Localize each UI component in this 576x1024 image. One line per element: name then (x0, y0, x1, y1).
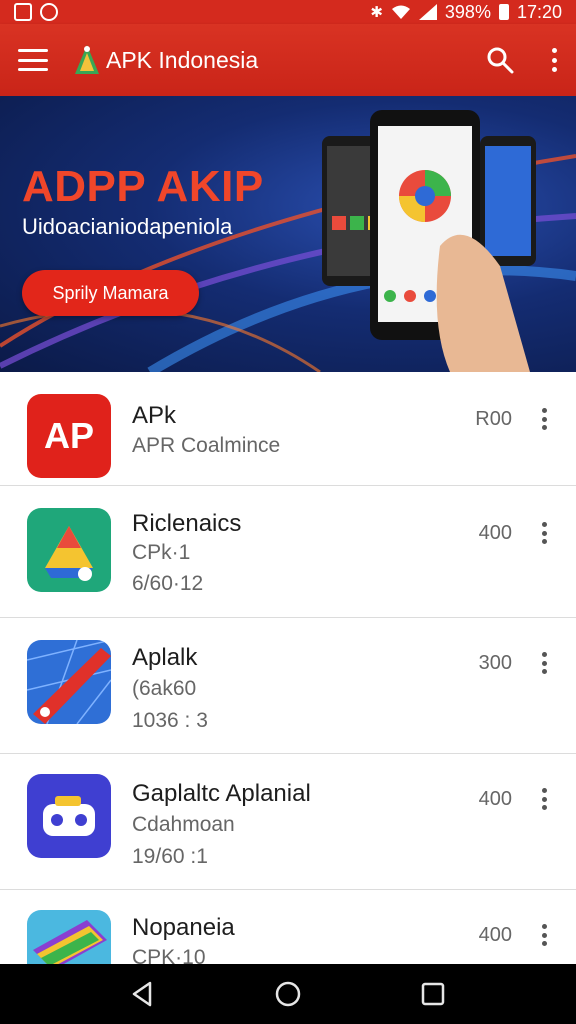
phones-illustration (322, 110, 536, 372)
app-more-icon[interactable] (540, 408, 548, 430)
app-subtitle: Cdahmoan (132, 813, 235, 836)
app-more-icon[interactable] (540, 924, 548, 946)
promo-banner[interactable]: ADPP AKIP Uidoacianiodapeniola Sprily Ma… (0, 96, 576, 372)
banner-title: ADPP AKIP (22, 162, 264, 211)
app-subtitle: (6ak60 (132, 677, 197, 700)
app-name: Riclenaics (132, 510, 242, 537)
ap-logo-icon: AP (27, 394, 111, 478)
app-size: 300 (478, 652, 512, 674)
app-list-item[interactable]: Nopaneia CPK·10 400 (0, 890, 576, 994)
app-subtitle: APR Coalmince (132, 434, 281, 457)
recents-icon[interactable] (418, 979, 448, 1009)
app-more-icon[interactable] (540, 788, 548, 810)
app-list-item[interactable]: AP APk APR Coalmince R00 (0, 372, 576, 486)
vine-icon (40, 3, 58, 21)
drive-triangle-icon (27, 508, 111, 592)
menu-icon[interactable] (18, 49, 48, 71)
banner-cta-button[interactable]: Sprily Mamara (22, 270, 199, 316)
status-left (14, 3, 58, 21)
app-name: Gaplaltc Aplanial (132, 780, 311, 807)
app-name: APk (132, 402, 177, 429)
app-version: 19/60 :1 (132, 845, 208, 868)
more-vert-icon[interactable] (550, 48, 558, 72)
battery-text: 398% (444, 1, 491, 22)
app-list-item[interactable]: Aplalk (6ak60 1036 : 3 300 (0, 618, 576, 754)
app-list: AP APk APR Coalmince R00 Riclenaics CPk·… (0, 372, 576, 994)
app-size: 400 (478, 788, 512, 810)
battery-icon (498, 4, 509, 20)
app-list-item[interactable]: Gaplaltc Aplanial Cdahmoan 19/60 :1 400 (0, 754, 576, 890)
app-size: 400 (478, 924, 512, 946)
app-size: 400 (478, 522, 512, 544)
app-list-item[interactable]: Riclenaics CPk·1 6/60·12 400 (0, 486, 576, 618)
svg-text:AP: AP (44, 415, 94, 456)
map-ribbon-icon (27, 640, 111, 724)
gallery-icon (14, 3, 32, 21)
back-icon[interactable] (128, 979, 158, 1009)
app-name: Nopaneia (132, 914, 235, 941)
status-right: ✱ 398% 17:20 (370, 2, 562, 23)
bluetooth-icon: ✱ (370, 3, 383, 21)
app-more-icon[interactable] (540, 652, 548, 674)
signal-icon (418, 4, 437, 20)
app-name: Aplalk (132, 644, 198, 671)
home-icon[interactable] (273, 979, 303, 1009)
app-subtitle: CPk·1 (132, 541, 191, 564)
game-pad-icon (27, 774, 111, 858)
app-bar: APK Indonesia (0, 24, 576, 96)
system-nav-bar (0, 964, 576, 1024)
logo-icon (75, 45, 99, 74)
app-more-icon[interactable] (540, 522, 548, 544)
wifi-icon (391, 5, 410, 19)
app-size: R00 (475, 408, 512, 430)
app-version: 6/60·12 (132, 572, 204, 595)
search-icon[interactable] (486, 46, 514, 74)
app-version: 1036 : 3 (132, 709, 208, 732)
banner-subtitle: Uidoacianiodapeniola (22, 214, 233, 239)
status-bar: ✱ 398% 17:20 (0, 0, 576, 24)
status-time: 17:20 (516, 1, 562, 22)
app-title: APK Indonesia (106, 46, 259, 73)
